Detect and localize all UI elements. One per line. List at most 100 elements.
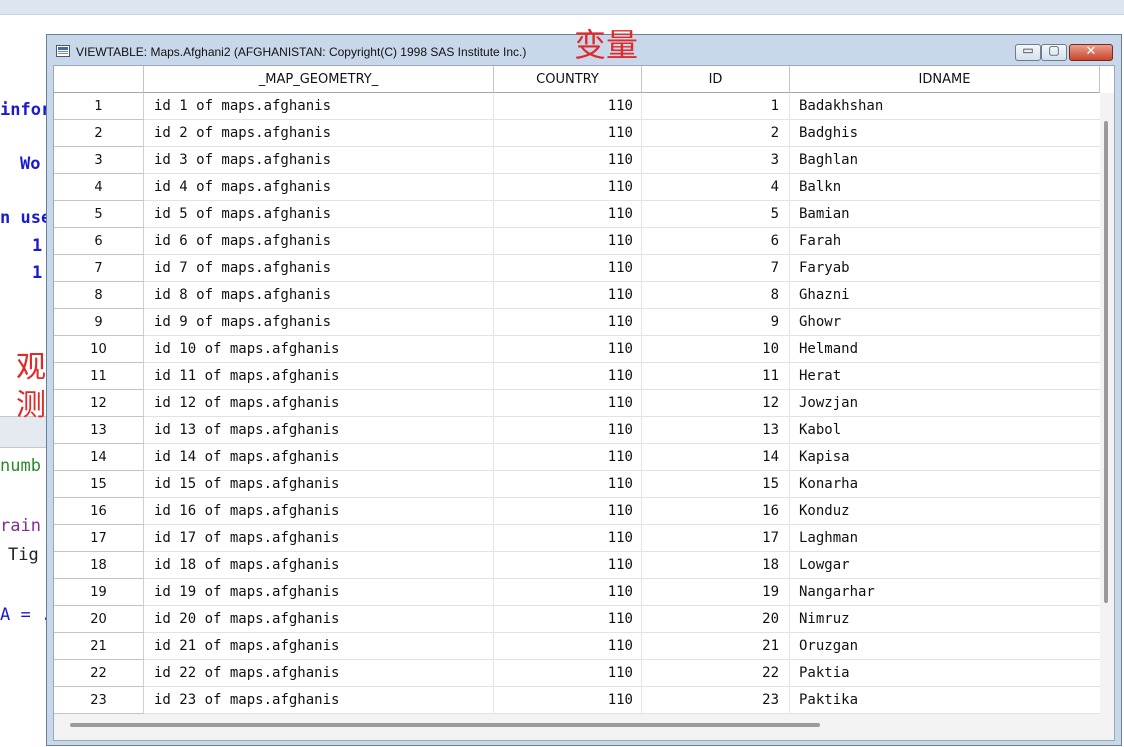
row-number-cell[interactable]: 16 xyxy=(54,498,144,525)
column-header-idname[interactable]: IDNAME xyxy=(790,66,1100,93)
map-geometry-cell[interactable]: id 2 of maps.afghanis xyxy=(144,120,494,147)
id-cell[interactable]: 4 xyxy=(642,174,790,201)
idname-cell[interactable]: Farah xyxy=(790,228,1100,255)
id-cell[interactable]: 2 xyxy=(642,120,790,147)
id-cell[interactable]: 3 xyxy=(642,147,790,174)
row-number-cell[interactable]: 23 xyxy=(54,687,144,714)
horizontal-scrollbar[interactable] xyxy=(54,714,1100,740)
row-number-cell[interactable]: 10 xyxy=(54,336,144,363)
idname-cell[interactable]: Kabol xyxy=(790,417,1100,444)
id-cell[interactable]: 5 xyxy=(642,201,790,228)
country-cell[interactable]: 110 xyxy=(494,201,642,228)
map-geometry-cell[interactable]: id 11 of maps.afghanis xyxy=(144,363,494,390)
map-geometry-cell[interactable]: id 18 of maps.afghanis xyxy=(144,552,494,579)
table-row[interactable]: 1 id 1 of maps.afghanis 110 1 Badakhshan xyxy=(54,93,1100,120)
idname-cell[interactable]: Oruzgan xyxy=(790,633,1100,660)
vertical-scrollbar[interactable] xyxy=(1100,93,1114,740)
map-geometry-cell[interactable]: id 19 of maps.afghanis xyxy=(144,579,494,606)
country-cell[interactable]: 110 xyxy=(494,552,642,579)
map-geometry-cell[interactable]: id 17 of maps.afghanis xyxy=(144,525,494,552)
table-row[interactable]: 7 id 7 of maps.afghanis 110 7 Faryab xyxy=(54,255,1100,282)
row-number-cell[interactable]: 8 xyxy=(54,282,144,309)
country-cell[interactable]: 110 xyxy=(494,282,642,309)
id-cell[interactable]: 9 xyxy=(642,309,790,336)
id-cell[interactable]: 10 xyxy=(642,336,790,363)
row-number-cell[interactable]: 1 xyxy=(54,93,144,120)
map-geometry-cell[interactable]: id 1 of maps.afghanis xyxy=(144,93,494,120)
map-geometry-cell[interactable]: id 5 of maps.afghanis xyxy=(144,201,494,228)
id-cell[interactable]: 19 xyxy=(642,579,790,606)
id-cell[interactable]: 16 xyxy=(642,498,790,525)
row-number-cell[interactable]: 9 xyxy=(54,309,144,336)
column-header-country[interactable]: COUNTRY xyxy=(494,66,642,93)
table-row[interactable]: 9 id 9 of maps.afghanis 110 9 Ghowr xyxy=(54,309,1100,336)
map-geometry-cell[interactable]: id 6 of maps.afghanis xyxy=(144,228,494,255)
table-row[interactable]: 17 id 17 of maps.afghanis 110 17 Laghman xyxy=(54,525,1100,552)
table-row[interactable]: 12 id 12 of maps.afghanis 110 12 Jowzjan xyxy=(54,390,1100,417)
row-number-cell[interactable]: 18 xyxy=(54,552,144,579)
row-number-cell[interactable]: 3 xyxy=(54,147,144,174)
idname-cell[interactable]: Paktia xyxy=(790,660,1100,687)
row-number-cell[interactable]: 12 xyxy=(54,390,144,417)
idname-cell[interactable]: Ghowr xyxy=(790,309,1100,336)
map-geometry-cell[interactable]: id 16 of maps.afghanis xyxy=(144,498,494,525)
country-cell[interactable]: 110 xyxy=(494,336,642,363)
country-cell[interactable]: 110 xyxy=(494,687,642,714)
id-cell[interactable]: 15 xyxy=(642,471,790,498)
country-cell[interactable]: 110 xyxy=(494,660,642,687)
table-row[interactable]: 6 id 6 of maps.afghanis 110 6 Farah xyxy=(54,228,1100,255)
map-geometry-cell[interactable]: id 3 of maps.afghanis xyxy=(144,147,494,174)
id-cell[interactable]: 20 xyxy=(642,606,790,633)
idname-cell[interactable]: Baghlan xyxy=(790,147,1100,174)
idname-cell[interactable]: Nimruz xyxy=(790,606,1100,633)
map-geometry-cell[interactable]: id 15 of maps.afghanis xyxy=(144,471,494,498)
country-cell[interactable]: 110 xyxy=(494,174,642,201)
table-row[interactable]: 10 id 10 of maps.afghanis 110 10 Helmand xyxy=(54,336,1100,363)
idname-cell[interactable]: Badghis xyxy=(790,120,1100,147)
country-cell[interactable]: 110 xyxy=(494,498,642,525)
country-cell[interactable]: 110 xyxy=(494,228,642,255)
map-geometry-cell[interactable]: id 8 of maps.afghanis xyxy=(144,282,494,309)
table-row[interactable]: 19 id 19 of maps.afghanis 110 19 Nangarhar xyxy=(54,579,1100,606)
id-cell[interactable]: 7 xyxy=(642,255,790,282)
column-header-id[interactable]: ID xyxy=(642,66,790,93)
id-cell[interactable]: 22 xyxy=(642,660,790,687)
table-row[interactable]: 11 id 11 of maps.afghanis 110 11 Herat xyxy=(54,363,1100,390)
country-cell[interactable]: 110 xyxy=(494,120,642,147)
idname-cell[interactable]: Badakhshan xyxy=(790,93,1100,120)
idname-cell[interactable]: Faryab xyxy=(790,255,1100,282)
country-cell[interactable]: 110 xyxy=(494,309,642,336)
map-geometry-cell[interactable]: id 21 of maps.afghanis xyxy=(144,633,494,660)
row-number-cell[interactable]: 17 xyxy=(54,525,144,552)
idname-cell[interactable]: Lowgar xyxy=(790,552,1100,579)
map-geometry-cell[interactable]: id 9 of maps.afghanis xyxy=(144,309,494,336)
country-cell[interactable]: 110 xyxy=(494,633,642,660)
id-cell[interactable]: 11 xyxy=(642,363,790,390)
map-geometry-cell[interactable]: id 10 of maps.afghanis xyxy=(144,336,494,363)
row-number-cell[interactable]: 4 xyxy=(54,174,144,201)
id-cell[interactable]: 12 xyxy=(642,390,790,417)
idname-cell[interactable]: Nangarhar xyxy=(790,579,1100,606)
row-number-cell[interactable]: 5 xyxy=(54,201,144,228)
country-cell[interactable]: 110 xyxy=(494,255,642,282)
minimize-button[interactable]: ▭ xyxy=(1015,43,1041,61)
country-cell[interactable]: 110 xyxy=(494,525,642,552)
row-number-cell[interactable]: 13 xyxy=(54,417,144,444)
table-row[interactable]: 18 id 18 of maps.afghanis 110 18 Lowgar xyxy=(54,552,1100,579)
idname-cell[interactable]: Kapisa xyxy=(790,444,1100,471)
country-cell[interactable]: 110 xyxy=(494,579,642,606)
idname-cell[interactable]: Herat xyxy=(790,363,1100,390)
table-row[interactable]: 21 id 21 of maps.afghanis 110 21 Oruzgan xyxy=(54,633,1100,660)
idname-cell[interactable]: Paktika xyxy=(790,687,1100,714)
id-cell[interactable]: 17 xyxy=(642,525,790,552)
map-geometry-cell[interactable]: id 13 of maps.afghanis xyxy=(144,417,494,444)
row-number-cell[interactable]: 7 xyxy=(54,255,144,282)
id-cell[interactable]: 6 xyxy=(642,228,790,255)
idname-cell[interactable]: Konduz xyxy=(790,498,1100,525)
country-cell[interactable]: 110 xyxy=(494,390,642,417)
map-geometry-cell[interactable]: id 20 of maps.afghanis xyxy=(144,606,494,633)
country-cell[interactable]: 110 xyxy=(494,363,642,390)
column-header-map-geometry[interactable]: _MAP_GEOMETRY_ xyxy=(144,66,494,93)
row-number-cell[interactable]: 2 xyxy=(54,120,144,147)
row-number-header[interactable] xyxy=(54,66,144,93)
